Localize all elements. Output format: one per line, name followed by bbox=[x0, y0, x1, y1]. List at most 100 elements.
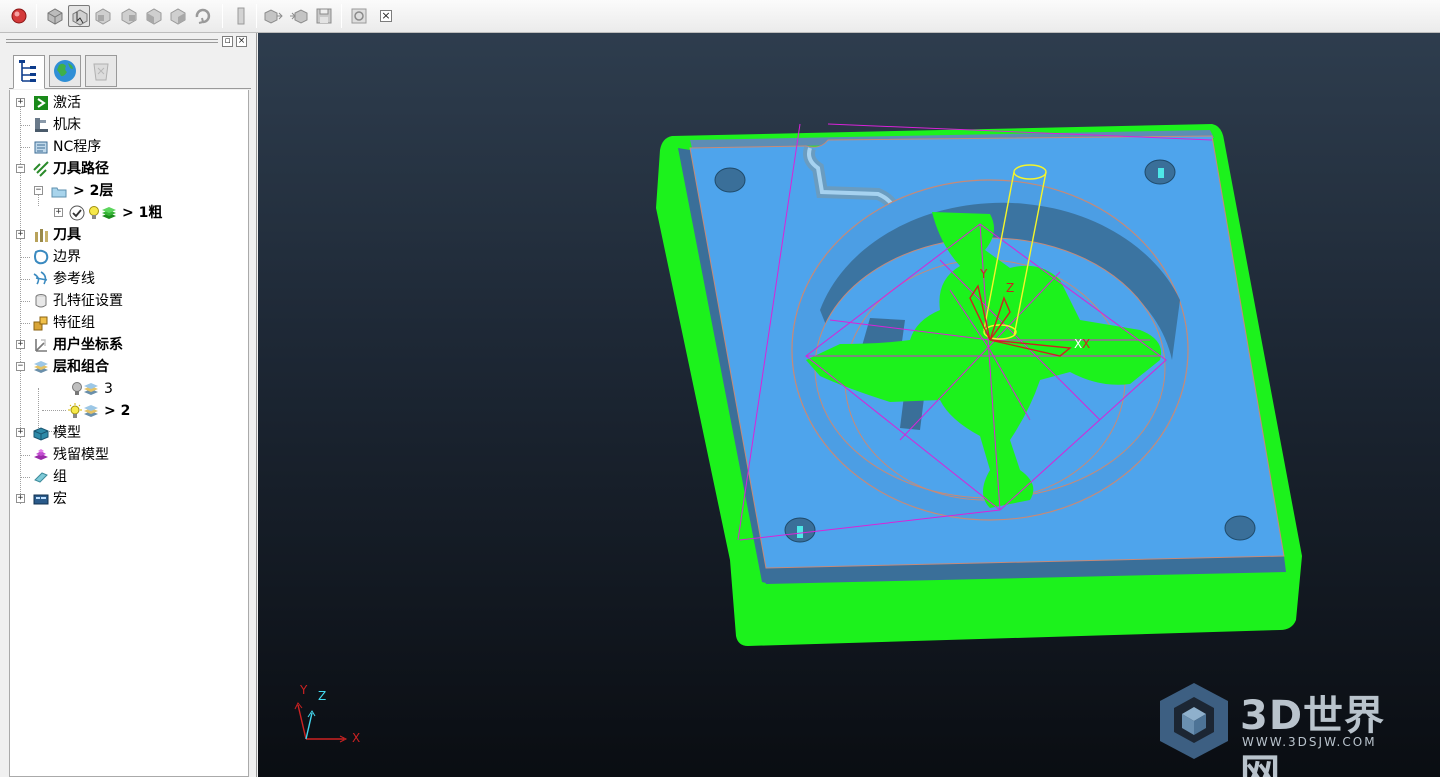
tree-label: 机床 bbox=[53, 117, 81, 133]
activate-icon bbox=[32, 94, 50, 112]
svg-text:X: X bbox=[1082, 337, 1090, 351]
panel-grip[interactable] bbox=[6, 42, 218, 43]
cube-logo-icon bbox=[1160, 683, 1228, 759]
tree-label: 3 bbox=[104, 381, 113, 397]
triad-x-label: X bbox=[352, 731, 361, 745]
tab-explorer-tree[interactable] bbox=[13, 55, 45, 89]
tree-item-toolpaths[interactable]: − 刀具路径 bbox=[10, 158, 248, 180]
tree-item-levels-and-sets[interactable]: − 层和组合 bbox=[10, 356, 248, 378]
view-select-icon bbox=[72, 9, 88, 26]
options-button[interactable] bbox=[348, 5, 370, 27]
tab-bin[interactable] bbox=[85, 55, 117, 87]
toolpaths-icon bbox=[32, 160, 50, 178]
tree-item-macros[interactable]: + 宏 bbox=[10, 488, 248, 510]
tree-item-level-2[interactable]: > 2 bbox=[10, 400, 248, 422]
tree-item-models[interactable]: + 模型 bbox=[10, 422, 248, 444]
level-icon bbox=[82, 402, 100, 420]
panel-grip[interactable] bbox=[6, 39, 218, 40]
tree-label: 模型 bbox=[53, 425, 81, 441]
view-right-button[interactable] bbox=[167, 5, 189, 27]
stop-record-button[interactable] bbox=[8, 5, 30, 27]
folder-icon bbox=[50, 182, 68, 200]
view-iso-icon bbox=[47, 8, 63, 25]
view-left-icon bbox=[146, 8, 162, 25]
collapse-toggle[interactable]: − bbox=[34, 186, 43, 195]
model-icon bbox=[32, 424, 50, 442]
tab-globe[interactable] bbox=[49, 55, 81, 87]
lightbulb-icon bbox=[85, 204, 99, 222]
pattern-icon bbox=[32, 270, 50, 288]
boundary-icon bbox=[32, 248, 50, 266]
tree-item-machine[interactable]: 机床 bbox=[10, 114, 248, 136]
export-model-button[interactable] bbox=[288, 5, 310, 27]
tree-item-patterns[interactable]: 参考线 bbox=[10, 268, 248, 290]
tree-label: 孔特征设置 bbox=[53, 293, 123, 309]
macro-icon bbox=[32, 490, 50, 508]
tree-label: 激活 bbox=[53, 95, 81, 111]
coordinate-system-icon bbox=[32, 336, 50, 354]
view-left-button[interactable] bbox=[143, 5, 165, 27]
tree-item-hole-feature-sets[interactable]: 孔特征设置 bbox=[10, 290, 248, 312]
expand-toggle[interactable]: + bbox=[16, 428, 25, 437]
load-model-icon bbox=[264, 9, 283, 24]
triad-z-label: Z bbox=[318, 689, 327, 703]
tree-item-feature-groups[interactable]: 特征组 bbox=[10, 312, 248, 334]
tree-item-toolpath-folder[interactable]: − > 2层 bbox=[10, 180, 248, 202]
expand-toggle[interactable]: + bbox=[54, 208, 63, 217]
view-select-button[interactable] bbox=[68, 5, 90, 27]
view-front-icon bbox=[95, 8, 111, 25]
expand-toggle[interactable]: + bbox=[16, 98, 25, 107]
nc-program-icon bbox=[32, 138, 50, 156]
expand-toggle[interactable]: + bbox=[16, 494, 25, 503]
tree-item-nc-program[interactable]: NC程序 bbox=[10, 136, 248, 158]
svg-text:Y: Y bbox=[979, 267, 988, 281]
tree-item-boundaries[interactable]: 边界 bbox=[10, 246, 248, 268]
tree-label: 残留模型 bbox=[53, 447, 109, 463]
ruler-button[interactable] bbox=[230, 5, 252, 27]
explorer-tree: + 激活 机床 NC程序 − 刀具路径 − > 2层 + > 1粗 + 刀具 边… bbox=[9, 90, 249, 777]
load-model-button[interactable] bbox=[262, 5, 284, 27]
save-button[interactable] bbox=[313, 5, 335, 27]
tree-item-level-3[interactable]: 3 bbox=[10, 378, 248, 400]
panel-close-button[interactable]: × bbox=[236, 36, 247, 47]
tree-label: > 2层 bbox=[73, 183, 114, 199]
hole-feature-icon bbox=[32, 292, 50, 310]
tree-label: 用户坐标系 bbox=[53, 337, 123, 353]
view-back-button[interactable] bbox=[118, 5, 140, 27]
tree-item-activate[interactable]: + 激活 bbox=[10, 92, 248, 114]
tree-label: 层和组合 bbox=[53, 359, 109, 375]
tree-label: 边界 bbox=[53, 249, 81, 265]
export-model-icon bbox=[290, 9, 308, 24]
check-icon bbox=[68, 204, 86, 222]
tree-label: 参考线 bbox=[53, 271, 95, 287]
lightbulb-off-icon bbox=[68, 380, 82, 398]
tools-icon bbox=[32, 226, 50, 244]
tree-label: 特征组 bbox=[53, 315, 95, 331]
tree-item-groups[interactable]: 组 bbox=[10, 466, 248, 488]
view-rotate-button[interactable] bbox=[192, 5, 214, 27]
collapse-toggle[interactable]: − bbox=[16, 164, 25, 173]
layers-icon bbox=[32, 358, 50, 376]
explorer-title-bar: ▫ × bbox=[0, 33, 257, 51]
view-iso-button[interactable] bbox=[44, 5, 66, 27]
graphics-viewport[interactable]: Y Z X X Y Z X 3D世界网 WWW.3DSJW.COM bbox=[258, 33, 1440, 777]
collapse-toggle[interactable]: − bbox=[16, 362, 25, 371]
tree-item-user-coordinate-systems[interactable]: + 用户坐标系 bbox=[10, 334, 248, 356]
toolbar-close-button[interactable]: × bbox=[380, 10, 392, 22]
expand-toggle[interactable]: + bbox=[16, 340, 25, 349]
watermark-url: WWW.3DSJW.COM bbox=[1242, 735, 1377, 749]
tree-item-stock-models[interactable]: 残留模型 bbox=[10, 444, 248, 466]
tree-item-toolpath-rough[interactable]: + > 1粗 bbox=[10, 202, 248, 224]
tree-label: > 1粗 bbox=[122, 205, 163, 221]
view-front-button[interactable] bbox=[92, 5, 114, 27]
watermark-title: 3D世界网 bbox=[1240, 693, 1386, 777]
explorer-tabs bbox=[9, 53, 251, 89]
expand-toggle[interactable]: + bbox=[16, 230, 25, 239]
tree-label: 组 bbox=[53, 469, 67, 485]
main-toolbar: × bbox=[0, 0, 1440, 33]
panel-restore-button[interactable]: ▫ bbox=[222, 36, 233, 47]
tree-item-tools[interactable]: + 刀具 bbox=[10, 224, 248, 246]
tree-label: 刀具 bbox=[53, 227, 81, 243]
svg-text:X: X bbox=[1074, 337, 1082, 351]
options-icon bbox=[351, 8, 367, 24]
